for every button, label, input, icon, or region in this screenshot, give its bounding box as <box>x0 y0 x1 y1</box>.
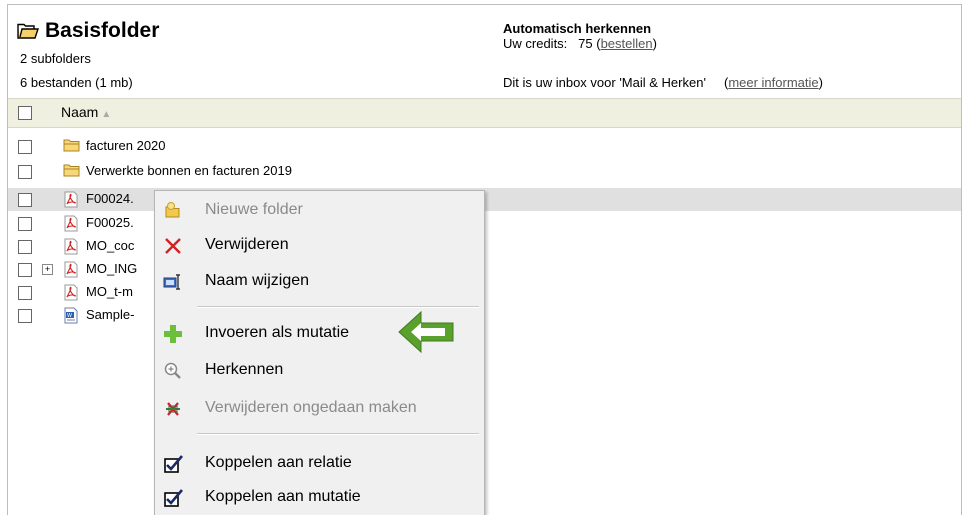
row-label: F00025. <box>86 215 134 230</box>
menu-item-link-mutation[interactable]: Koppelen aan mutatie <box>155 481 484 513</box>
credits-label: Uw credits: <box>503 36 568 51</box>
menu-item-label: Invoeren als mutatie <box>205 324 350 341</box>
file-count: 6 bestanden (1 mb) <box>20 75 133 90</box>
auto-recognize-title: Automatisch herkennen <box>503 21 652 36</box>
svg-text:W: W <box>67 313 72 319</box>
order-credits-link[interactable]: bestellen <box>601 36 653 51</box>
row-label: MO_ING <box>86 261 138 276</box>
select-all-checkbox[interactable] <box>18 106 32 120</box>
folder-icon <box>63 139 80 152</box>
menu-item-new-folder[interactable]: Nieuwe folder <box>155 194 484 226</box>
header: Basisfolder 2 subfolders 6 bestanden (1 … <box>8 5 961 98</box>
more-info-link[interactable]: meer informatie <box>728 75 818 90</box>
menu-item-delete[interactable]: Verwijderen <box>155 229 484 261</box>
pdf-icon <box>64 284 78 301</box>
delete-x-icon <box>165 238 181 254</box>
menu-item-recognize[interactable]: Herkennen <box>155 354 484 386</box>
checkbox-check-icon <box>164 489 183 507</box>
inbox-line: Dit is uw inbox voor 'Mail & Herken' (me… <box>503 75 823 90</box>
pdf-icon <box>64 215 78 232</box>
rename-icon <box>163 274 180 290</box>
menu-item-label: Nieuwe folder <box>205 201 303 218</box>
row-checkbox[interactable] <box>18 193 32 207</box>
add-plus-icon <box>164 325 182 343</box>
menu-item-undo-delete[interactable]: Verwijderen ongedaan maken <box>155 392 484 424</box>
menu-item-label: Verwijderen ongedaan maken <box>205 399 417 416</box>
row-checkbox[interactable] <box>18 309 32 323</box>
subfolder-count: 2 subfolders <box>20 51 91 66</box>
checkbox-check-icon <box>164 455 183 473</box>
menu-separator <box>197 433 479 435</box>
row-label: MO_t-m <box>86 284 133 299</box>
magnify-icon <box>164 362 181 379</box>
inbox-text: Dit is uw inbox voor 'Mail & Herken' <box>503 75 706 90</box>
menu-item-label: Herkennen <box>205 361 284 378</box>
row-label: Verwerkte bonnen en facturen 2019 <box>86 163 292 178</box>
credits-line: Uw credits: 75 (bestellen) <box>503 36 657 51</box>
undo-delete-icon <box>166 402 180 416</box>
pdf-icon <box>64 238 78 255</box>
expand-plus-icon[interactable]: + <box>42 264 53 275</box>
table-row[interactable]: Verwerkte bonnen en facturen 2019 <box>8 160 961 183</box>
page-title-text: Basisfolder <box>45 19 160 42</box>
table-row[interactable]: facturen 2020 <box>8 135 961 158</box>
row-label: F00024. <box>86 191 134 206</box>
folder-open-icon <box>17 23 39 39</box>
highlight-arrow-icon <box>398 310 454 354</box>
row-checkbox[interactable] <box>18 140 32 154</box>
menu-item-label: Koppelen aan mutatie <box>205 488 361 505</box>
menu-item-rename[interactable]: Naam wijzigen <box>155 265 484 297</box>
folder-icon <box>63 164 80 177</box>
row-checkbox[interactable] <box>18 240 32 254</box>
credits-value: 75 <box>578 36 593 51</box>
menu-item-label: Koppelen aan relatie <box>205 454 352 471</box>
row-checkbox[interactable] <box>18 286 32 300</box>
word-doc-icon: W <box>64 307 78 324</box>
menu-item-label: Verwijderen <box>205 236 289 253</box>
column-name-label: Naam <box>61 104 99 120</box>
page-title: Basisfolder <box>17 19 159 43</box>
row-checkbox[interactable] <box>18 165 32 179</box>
new-folder-icon <box>165 202 180 218</box>
column-name-header[interactable]: Naam ▲ <box>61 104 111 120</box>
row-label: facturen 2020 <box>86 138 166 153</box>
menu-item-link-relation[interactable]: Koppelen aan relatie <box>155 447 484 479</box>
menu-item-label: Naam wijzigen <box>205 272 310 289</box>
pdf-icon <box>64 191 78 208</box>
sort-asc-icon: ▲ <box>101 109 112 120</box>
row-checkbox[interactable] <box>18 217 32 231</box>
table-header: Naam ▲ <box>8 98 961 128</box>
row-label: MO_coc <box>86 238 135 253</box>
row-label: Sample- <box>86 307 135 322</box>
pdf-icon <box>64 261 78 278</box>
row-checkbox[interactable] <box>18 263 32 277</box>
menu-separator <box>197 306 479 308</box>
